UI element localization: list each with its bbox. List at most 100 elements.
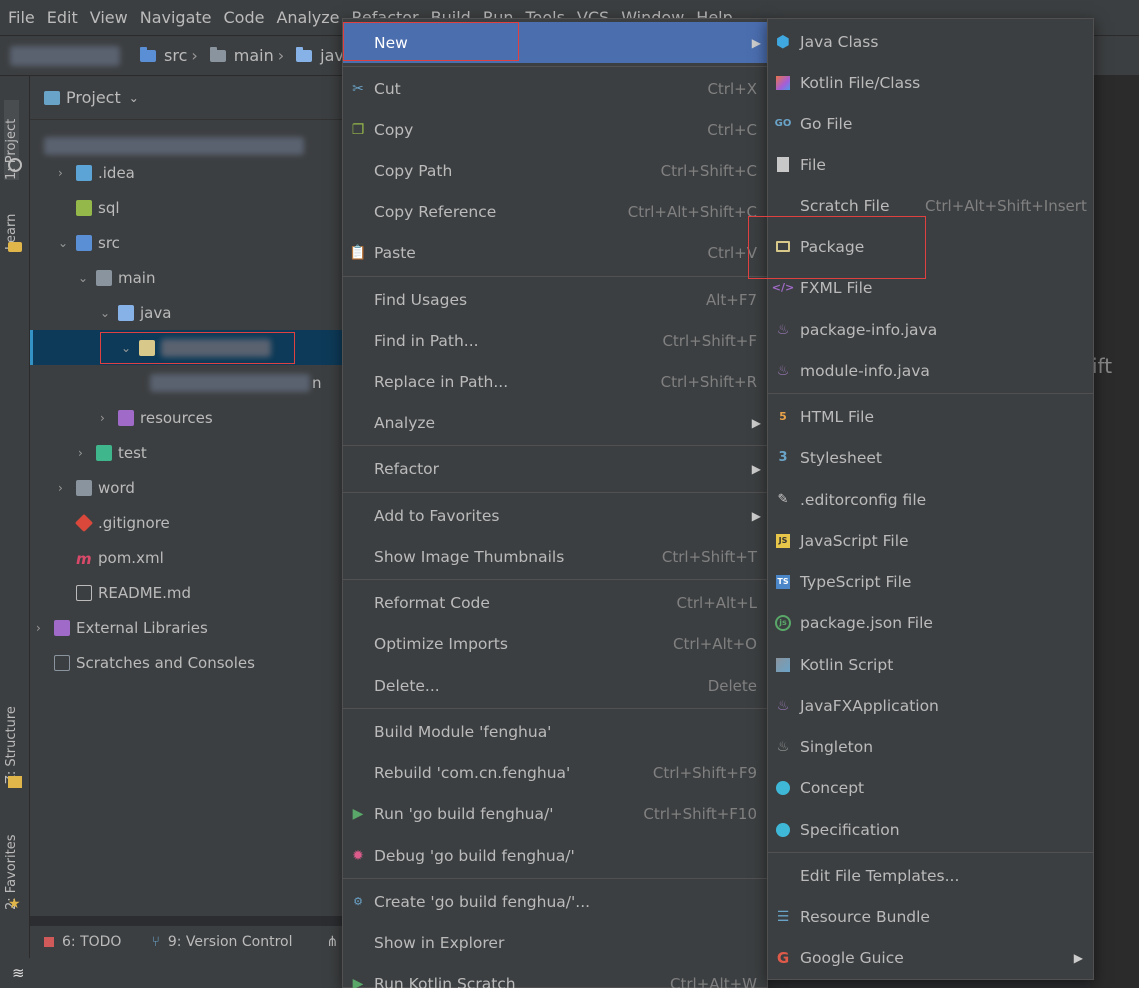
breadcrumb-main[interactable]: main › xyxy=(209,46,290,65)
menu-item-debug[interactable]: ✹ Debug 'go build fenghua/' xyxy=(343,835,767,876)
new-item-module-info[interactable]: ♨ module-info.java xyxy=(768,350,1093,391)
breadcrumb-src[interactable]: src › xyxy=(140,46,204,65)
menu-item-copy[interactable]: ❐ Copy Ctrl+C xyxy=(343,109,767,150)
menu-item-find-in-path[interactable]: Find in Path... Ctrl+Shift+F xyxy=(343,320,767,361)
tree-row-scratches[interactable]: Scratches and Consoles xyxy=(54,645,255,680)
menu-view[interactable]: View xyxy=(90,8,128,27)
folder-icon xyxy=(118,304,134,321)
menu-item-run-kotlin-scratch[interactable]: ▶ Run Kotlin Scratch Ctrl+Alt+W xyxy=(343,963,767,988)
tree-row-word[interactable]: › word xyxy=(58,470,135,505)
chevron-right-icon[interactable]: › xyxy=(36,621,54,635)
new-item-java-class[interactable]: ⬢ Java Class xyxy=(768,21,1093,62)
project-panel-header[interactable]: Project ⌄ xyxy=(30,76,342,120)
menu-analyze[interactable]: Analyze xyxy=(276,8,339,27)
layers-icon[interactable]: ≋ xyxy=(12,964,25,982)
new-item-package-info[interactable]: ♨ package-info.java xyxy=(768,309,1093,350)
menu-item-show-in-explorer[interactable]: Show in Explorer xyxy=(343,922,767,963)
share-icon[interactable]: ⋔ xyxy=(326,934,338,950)
tree-row-resources[interactable]: › resources xyxy=(100,400,213,435)
menu-separator xyxy=(768,852,1093,853)
tree-row-external-libraries[interactable]: › External Libraries xyxy=(36,610,208,645)
bottom-tool-strip: 6: TODO ⑂ 9: Version Control ⋔ xyxy=(30,926,342,958)
chevron-right-icon[interactable]: › xyxy=(58,166,76,180)
star-icon: ★ xyxy=(8,896,21,912)
new-item-concept[interactable]: Concept xyxy=(768,767,1093,808)
menu-item-add-to-favorites[interactable]: Add to Favorites ▶ xyxy=(343,495,767,536)
tree-row-idea[interactable]: › .idea xyxy=(58,155,135,190)
menu-edit[interactable]: Edit xyxy=(47,8,78,27)
menu-item-build-module[interactable]: Build Module 'fenghua' xyxy=(343,711,767,752)
maven-icon: m xyxy=(76,549,92,568)
editorconfig-icon: ✎ xyxy=(777,492,789,507)
new-item-stylesheet[interactable]: 3 Stylesheet xyxy=(768,437,1093,478)
menu-file[interactable]: File xyxy=(8,8,35,27)
tree-row-pom[interactable]: m pom.xml xyxy=(76,540,164,575)
menu-item-run[interactable]: ▶ Run 'go build fenghua/' Ctrl+Shift+F10 xyxy=(343,793,767,834)
new-item-edit-file-templates[interactable]: Edit File Templates... xyxy=(768,855,1093,896)
new-item-file[interactable]: File xyxy=(768,144,1093,185)
tab-structure[interactable]: Z: Structure xyxy=(4,694,19,784)
chevron-down-icon[interactable]: ⌄ xyxy=(58,236,76,250)
markdown-icon xyxy=(76,584,92,601)
chevron-right-icon[interactable]: › xyxy=(58,481,76,495)
folder-icon xyxy=(76,479,92,496)
scratches-icon xyxy=(54,654,70,671)
new-item-go-file[interactable]: GO Go File xyxy=(768,103,1093,144)
chevron-right-icon[interactable]: › xyxy=(100,411,118,425)
menu-code[interactable]: Code xyxy=(224,8,265,27)
new-item-google-guice[interactable]: G Google Guice ▶ xyxy=(768,937,1093,978)
tree-row-test[interactable]: › test xyxy=(78,435,147,470)
new-item-typescript[interactable]: TS TypeScript File xyxy=(768,561,1093,602)
source-folder-icon xyxy=(140,46,156,62)
menu-separator xyxy=(343,878,767,879)
menu-item-copy-path[interactable]: Copy Path Ctrl+Shift+C xyxy=(343,150,767,191)
menu-item-cut[interactable]: ✂ Cut Ctrl+X xyxy=(343,68,767,109)
tree-row-sql[interactable]: sql xyxy=(76,190,120,225)
new-item-specification[interactable]: Specification xyxy=(768,809,1093,850)
chevron-down-icon[interactable]: ⌄ xyxy=(78,271,96,285)
tree-row-main[interactable]: ⌄ main xyxy=(78,260,155,295)
menu-item-refactor[interactable]: Refactor ▶ xyxy=(343,448,767,489)
project-name-blurred xyxy=(10,45,120,66)
chevron-down-icon[interactable]: ⌄ xyxy=(129,91,139,105)
new-item-package-json[interactable]: js package.json File xyxy=(768,602,1093,643)
menu-separator xyxy=(768,393,1093,394)
new-item-javascript[interactable]: JS JavaScript File xyxy=(768,520,1093,561)
new-item-kotlin-file[interactable]: Kotlin File/Class xyxy=(768,62,1093,103)
new-item-singleton[interactable]: ♨ Singleton xyxy=(768,726,1093,767)
new-item-editorconfig[interactable]: ✎ .editorconfig file xyxy=(768,479,1093,520)
java-file-icon: ♨ xyxy=(776,321,790,338)
learn-icon xyxy=(8,242,22,252)
menu-item-reformat-code[interactable]: Reformat Code Ctrl+Alt+L xyxy=(343,582,767,623)
todo-tab[interactable]: 6: TODO xyxy=(44,934,121,950)
menu-item-find-usages[interactable]: Find Usages Alt+F7 xyxy=(343,279,767,320)
menu-item-show-image-thumbnails[interactable]: Show Image Thumbnails Ctrl+Shift+T xyxy=(343,536,767,577)
tree-row-readme[interactable]: README.md xyxy=(76,575,191,610)
project-icon xyxy=(44,90,60,105)
chevron-right-icon[interactable]: › xyxy=(78,446,96,460)
menu-navigate[interactable]: Navigate xyxy=(140,8,212,27)
new-item-resource-bundle[interactable]: ☰ Resource Bundle xyxy=(768,896,1093,937)
version-control-tab[interactable]: ⑂ 9: Version Control xyxy=(151,934,292,950)
java-file-icon: ♨ xyxy=(776,362,790,379)
menu-item-copy-reference[interactable]: Copy Reference Ctrl+Alt+Shift+C xyxy=(343,191,767,232)
tree-row-src[interactable]: ⌄ src xyxy=(58,225,120,260)
new-item-fxml-file[interactable]: </> FXML File xyxy=(768,267,1093,308)
chevron-down-icon[interactable]: ⌄ xyxy=(100,306,118,320)
menu-item-paste[interactable]: 📋 Paste Ctrl+V xyxy=(343,232,767,273)
new-item-javafx[interactable]: ♨ JavaFXApplication xyxy=(768,685,1093,726)
tree-row-java[interactable]: ⌄ java xyxy=(100,295,171,330)
menu-item-replace-in-path[interactable]: Replace in Path... Ctrl+Shift+R xyxy=(343,361,767,402)
new-item-kotlin-script[interactable]: Kotlin Script xyxy=(768,644,1093,685)
menu-item-delete[interactable]: Delete... Delete xyxy=(343,665,767,706)
tree-row-class[interactable]: n xyxy=(150,365,322,400)
submenu-arrow-icon: ▶ xyxy=(1073,950,1083,965)
new-item-html-file[interactable]: 5 HTML File xyxy=(768,396,1093,437)
tree-row-gitignore[interactable]: .gitignore xyxy=(74,505,170,540)
annotation-box-package xyxy=(100,332,295,364)
bug-icon: ✹ xyxy=(352,847,364,864)
menu-item-optimize-imports[interactable]: Optimize Imports Ctrl+Alt+O xyxy=(343,623,767,664)
menu-item-rebuild[interactable]: Rebuild 'com.cn.fenghua' Ctrl+Shift+F9 xyxy=(343,752,767,793)
menu-item-analyze[interactable]: Analyze ▶ xyxy=(343,402,767,443)
menu-item-create-config[interactable]: ⚙ Create 'go build fenghua/'... xyxy=(343,881,767,922)
